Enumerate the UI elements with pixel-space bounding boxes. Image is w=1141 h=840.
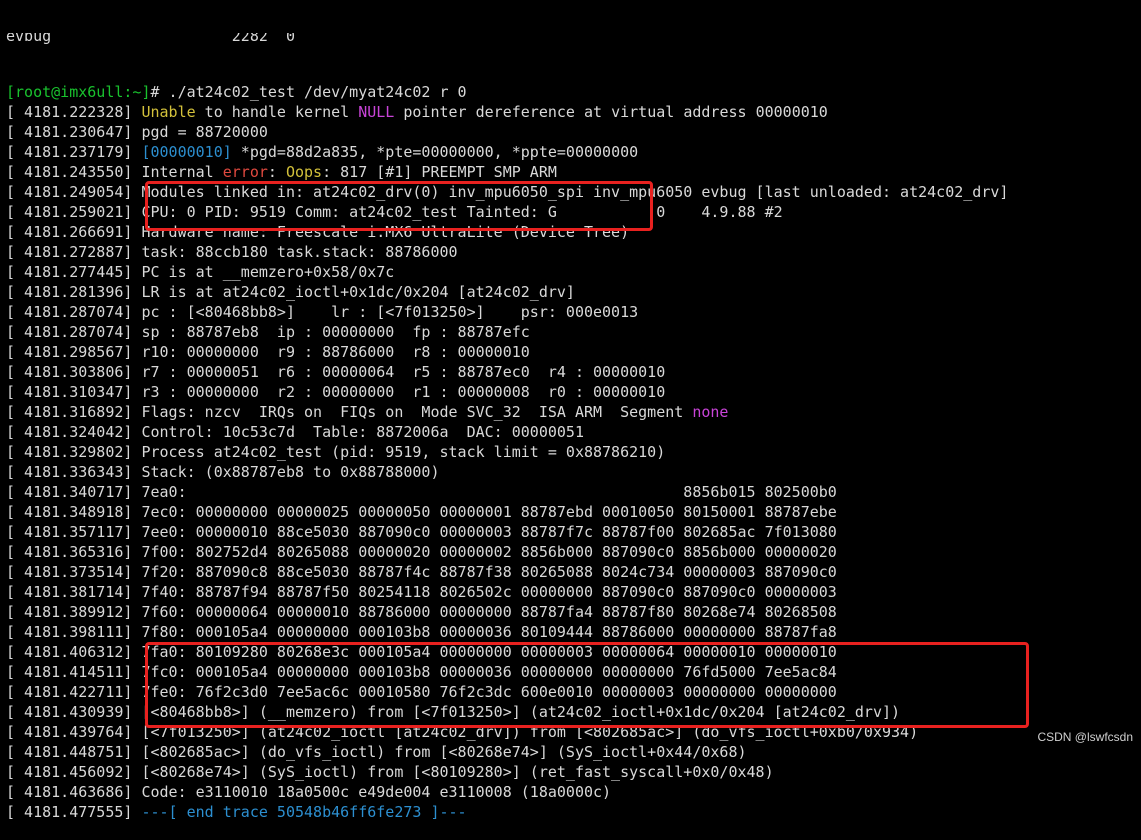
terminal-text-segment: [ 4181.266691] Hardware name: Freescale … [6, 223, 630, 241]
kernel-log-line: [ 4181.277445] PC is at __memzero+0x58/0… [0, 262, 1141, 282]
terminal-text-segment: evbug 2282 0 [6, 33, 295, 45]
terminal-text-segment: [ 4181.298567] r10: 00000000 r9 : 887860… [6, 343, 530, 361]
kernel-log-line: [ 4181.406312] 7fa0: 80109280 80268e3c 0… [0, 642, 1141, 662]
terminal-text-segment: [ 4181.456092] [<80268e74>] (SyS_ioctl) … [6, 763, 774, 781]
terminal-text-segment: [ 4181.324042] Control: 10c53c7d Table: … [6, 423, 584, 441]
kernel-log-line: [ 4181.249054] Modules linked in: at24c0… [0, 182, 1141, 202]
terminal-text-segment: [ 4181.340717] 7ea0: 8856b015 802500b0 [6, 483, 837, 501]
terminal-text-segment: [ 4181.448751] [<802685ac>] (do_vfs_ioct… [6, 743, 747, 761]
kernel-log-line: [ 4181.477555] ---[ end trace 50548b46ff… [0, 802, 1141, 822]
kernel-log-line: [ 4181.422711] 7fe0: 76f2c3d0 7ee5ac6c 0… [0, 682, 1141, 702]
terminal-text-segment: [ 4181.463686] Code: e3110010 18a0500c e… [6, 783, 612, 801]
kernel-log-line: [ 4181.389912] 7f60: 00000064 00000010 8… [0, 602, 1141, 622]
terminal-text-segment: Oops [285, 163, 323, 181]
terminal-text-segment: [ 4181.422711] 7fe0: 76f2c3d0 7ee5ac6c 0… [6, 683, 837, 701]
terminal-text-segment: [ 4181.287074] sp : 88787eb8 ip : 000000… [6, 323, 530, 341]
terminal-text-segment: [ 4181.259021] CPU: 0 PID: 9519 Comm: at… [6, 203, 783, 221]
terminal-text-segment: to handle kernel [195, 103, 359, 121]
kernel-log-line: [ 4181.272887] task: 88ccb180 task.stack… [0, 242, 1141, 262]
kernel-log-line: [ 4181.298567] r10: 00000000 r9 : 887860… [0, 342, 1141, 362]
terminal-text-segment: *pgd=88d2a835, *pte=00000000, *ppte=0000… [231, 143, 639, 161]
terminal-text-segment: [ 4181.336343] Stack: (0x88787eb8 to 0x8… [6, 463, 440, 481]
kernel-log-line: [ 4181.222328] Unable to handle kernel N… [0, 102, 1141, 122]
terminal-text-segment: : 817 [#1] PREEMPT SMP ARM [322, 163, 557, 181]
kernel-log-line: [ 4181.348918] 7ec0: 00000000 00000025 0… [0, 502, 1141, 522]
kernel-log-line: [ 4181.463686] Code: e3110010 18a0500c e… [0, 782, 1141, 802]
terminal-text-segment: [ 4181.222328] [6, 103, 142, 121]
terminal-text-segment: [ 4181.281396] LR is at at24c02_ioctl+0x… [6, 283, 575, 301]
kernel-log-line: [ 4181.287074] sp : 88787eb8 ip : 000000… [0, 322, 1141, 342]
terminal-text-segment: [ 4181.348918] 7ec0: 00000000 00000025 0… [6, 503, 837, 521]
terminal-text-segment: none [692, 403, 729, 421]
terminal-text-segment: [ 4181.414511] 7fc0: 000105a4 00000000 0… [6, 663, 837, 681]
terminal-text-segment: [ 4181.389912] 7f60: 00000064 00000010 8… [6, 603, 837, 621]
terminal-text-segment: [ 4181.329802] Process at24c02_test (pid… [6, 443, 666, 461]
kernel-log-line: [ 4181.237179] [00000010] *pgd=88d2a835,… [0, 142, 1141, 162]
kernel-log-line: [ 4181.414511] 7fc0: 000105a4 00000000 0… [0, 662, 1141, 682]
kernel-log-line: [ 4181.243550] Internal error: Oops: 817… [0, 162, 1141, 182]
terminal-partial-line: evbug 2282 0 [0, 33, 1141, 46]
terminal-text-segment: [00000010] [141, 143, 232, 161]
terminal-text-segment: : [267, 163, 286, 181]
terminal-text-segment: [ 4181.249054] Modules linked in: at24c0… [6, 183, 1009, 201]
kernel-log-line: [ 4181.329802] Process at24c02_test (pid… [0, 442, 1141, 462]
terminal-text-segment: pointer dereference at virtual address 0… [394, 103, 828, 121]
kernel-log-line: [ 4181.365316] 7f00: 802752d4 80265088 0… [0, 542, 1141, 562]
terminal-text-segment: error [222, 163, 268, 181]
terminal-text-segment: [ 4181.406312] 7fa0: 80109280 80268e3c 0… [6, 643, 837, 661]
shell-command-line: [root@imx6ull:~]# ./at24c02_test /dev/my… [0, 82, 1141, 102]
terminal-output: [root@imx6ull:~]# ./at24c02_test /dev/my… [0, 82, 1141, 822]
kernel-log-line: [ 4181.381714] 7f40: 88787f94 88787f50 8… [0, 582, 1141, 602]
terminal-text-segment: [ 4181.357117] 7ee0: 00000010 88ce5030 8… [6, 523, 837, 541]
terminal-text-segment: Unable [141, 103, 196, 121]
kernel-log-line: [ 4181.316892] Flags: nzcv IRQs on FIQs … [0, 402, 1141, 422]
kernel-log-line: [ 4181.448751] [<802685ac>] (do_vfs_ioct… [0, 742, 1141, 762]
kernel-log-line: [ 4181.340717] 7ea0: 8856b015 802500b0 [0, 482, 1141, 502]
kernel-log-line: [ 4181.336343] Stack: (0x88787eb8 to 0x8… [0, 462, 1141, 482]
kernel-log-line: [ 4181.430939] [<80468bb8>] (__memzero) … [0, 702, 1141, 722]
kernel-log-line: [ 4181.287074] pc : [<80468bb8>] lr : [<… [0, 302, 1141, 322]
terminal-text-segment: [ 4181.272887] task: 88ccb180 task.stack… [6, 243, 458, 261]
watermark: CSDN @lswfcsdn [1037, 730, 1133, 744]
terminal-text-segment: [ 4181.439764] [<7f013250>] (at24c02_ioc… [6, 723, 919, 741]
terminal-text-segment: [ 4181.373514] 7f20: 887090c8 88ce5030 8… [6, 563, 837, 581]
kernel-log-line: [ 4181.324042] Control: 10c53c7d Table: … [0, 422, 1141, 442]
terminal-text-segment: [ 4181.310347] r3 : 00000000 r2 : 000000… [6, 383, 666, 401]
terminal-text-segment: ---[ end trace 50548b46ff6fe273 ]--- [141, 803, 467, 821]
kernel-log-line: [ 4181.439764] [<7f013250>] (at24c02_ioc… [0, 722, 1141, 742]
kernel-log-line: [ 4181.456092] [<80268e74>] (SyS_ioctl) … [0, 762, 1141, 782]
terminal-text-segment: [ 4181.277445] PC is at __memzero+0x58/0… [6, 263, 395, 281]
terminal-text-segment: # ./at24c02_test /dev/myat24c02 r 0 [150, 83, 467, 101]
terminal-text-segment: [ 4181.398111] 7f80: 000105a4 00000000 0… [6, 623, 837, 641]
terminal-text-segment: [ 4181.303806] r7 : 00000051 r6 : 000000… [6, 363, 666, 381]
kernel-log-line: [ 4181.398111] 7f80: 000105a4 00000000 0… [0, 622, 1141, 642]
terminal-text-segment: [root@imx6ull:~] [6, 83, 151, 101]
terminal-text-segment: [ 4181.243550] Internal [6, 163, 223, 181]
kernel-log-line: [ 4181.310347] r3 : 00000000 r2 : 000000… [0, 382, 1141, 402]
terminal-text-segment: [ 4181.477555] [6, 803, 142, 821]
kernel-log-line: [ 4181.281396] LR is at at24c02_ioctl+0x… [0, 282, 1141, 302]
kernel-log-line: [ 4181.373514] 7f20: 887090c8 88ce5030 8… [0, 562, 1141, 582]
terminal-text-segment: [ 4181.237179] [6, 143, 142, 161]
terminal-text-segment: [ 4181.381714] 7f40: 88787f94 88787f50 8… [6, 583, 837, 601]
terminal-text-segment: [ 4181.230647] pgd = 88720000 [6, 123, 268, 141]
kernel-log-line: [ 4181.230647] pgd = 88720000 [0, 122, 1141, 142]
terminal-text-segment: NULL [358, 103, 395, 121]
terminal-window[interactable]: evbug 2282 0 [root@imx6ull:~]# ./at24c02… [0, 0, 1141, 821]
terminal-text-segment: [ 4181.365316] 7f00: 802752d4 80265088 0… [6, 543, 837, 561]
kernel-log-line: [ 4181.266691] Hardware name: Freescale … [0, 222, 1141, 242]
kernel-log-line: [ 4181.357117] 7ee0: 00000010 88ce5030 8… [0, 522, 1141, 542]
terminal-text-segment: [ 4181.430939] [<80468bb8>] (__memzero) … [6, 703, 901, 721]
kernel-log-line: [ 4181.303806] r7 : 00000051 r6 : 000000… [0, 362, 1141, 382]
terminal-text-segment: [ 4181.287074] pc : [<80468bb8>] lr : [<… [6, 303, 639, 321]
terminal-text-segment: [ 4181.316892] Flags: nzcv IRQs on FIQs … [6, 403, 693, 421]
kernel-log-line: [ 4181.259021] CPU: 0 PID: 9519 Comm: at… [0, 202, 1141, 222]
